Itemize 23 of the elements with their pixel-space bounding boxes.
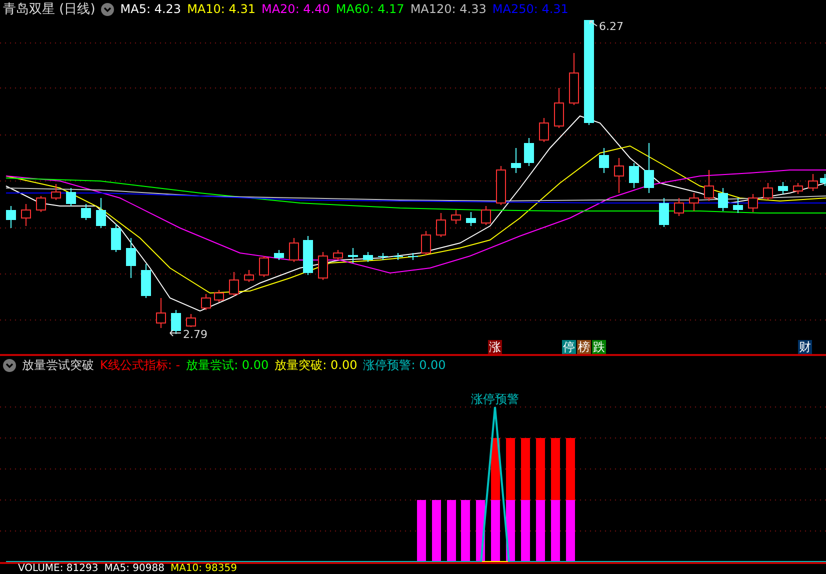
volume-value: MA5: 90988 xyxy=(104,564,164,574)
event-marker[interactable]: 停 xyxy=(562,340,576,354)
event-marker[interactable]: 财 xyxy=(798,340,812,354)
indicator-value: 涨停预警: 0.00 xyxy=(363,356,446,374)
low-price-label: 2.79 xyxy=(183,328,208,338)
ma-value: MA10: 4.31 xyxy=(187,2,256,16)
event-marker[interactable]: 榜 xyxy=(577,340,591,354)
stock-title: 青岛双星 (日线) xyxy=(3,1,96,18)
ma-value: MA5: 4.23 xyxy=(120,2,182,16)
volume-value: VOLUME: 81293 xyxy=(18,564,98,574)
indicator-value: 放量尝试: 0.00 xyxy=(186,356,269,374)
event-marker[interactable]: 涨 xyxy=(488,340,502,354)
ma-value: MA120: 4.33 xyxy=(410,2,486,16)
indicator-value: K线公式指标: - xyxy=(100,356,180,374)
ma-value: MA20: 4.40 xyxy=(261,2,330,16)
event-marker[interactable]: 跌 xyxy=(592,340,606,354)
indicator-value: 放量突破: 0.00 xyxy=(274,356,358,374)
high-price-label: 6.27 xyxy=(599,20,624,33)
ma-value: MA250: 4.31 xyxy=(492,2,568,16)
ma-value: MA60: 4.17 xyxy=(336,2,404,16)
indicator-name: 放量尝试突破 xyxy=(22,356,94,374)
volume-value: MA10: 98359 xyxy=(170,564,237,574)
spike-label: 涨停预警 xyxy=(471,392,519,406)
